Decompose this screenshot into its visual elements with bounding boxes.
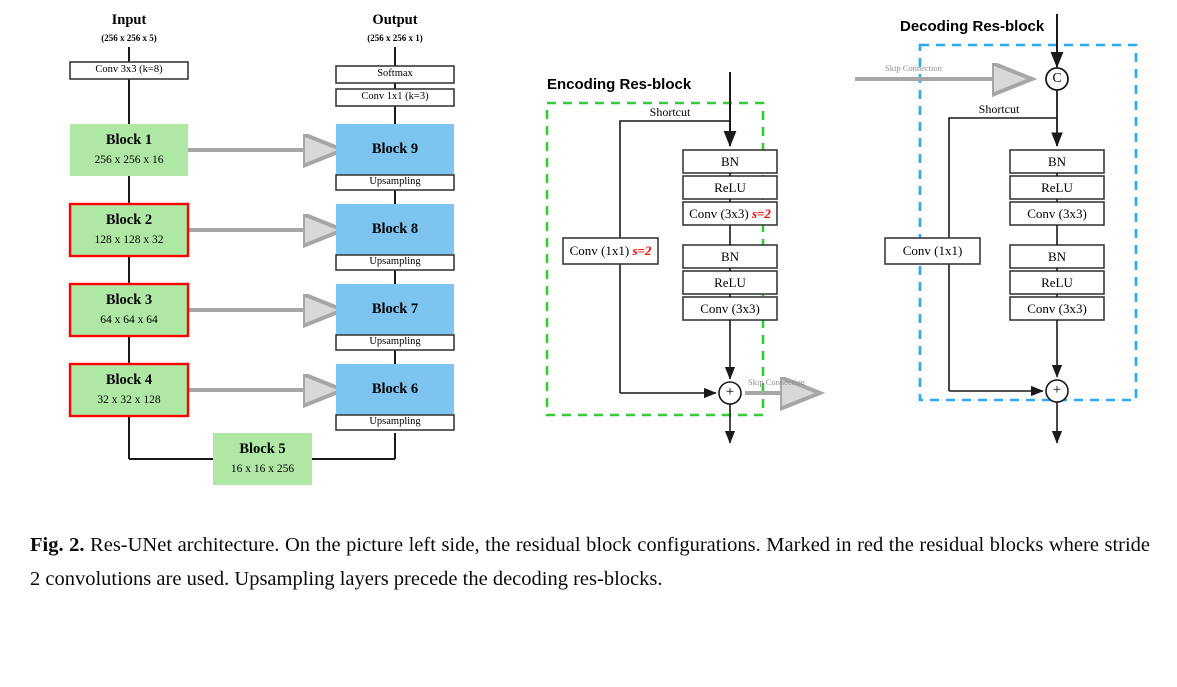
figure-caption-label: Fig. 2. xyxy=(30,534,85,556)
figure-caption: Fig. 2. Res-UNet architecture. On the pi… xyxy=(30,528,1150,596)
figure-diagram: Input (256 x 256 x 5) Output (256 x 256 … xyxy=(0,0,1177,520)
figure-caption-text: Res-UNet architecture. On the picture le… xyxy=(30,534,1151,590)
architecture-svg xyxy=(68,14,1138,485)
